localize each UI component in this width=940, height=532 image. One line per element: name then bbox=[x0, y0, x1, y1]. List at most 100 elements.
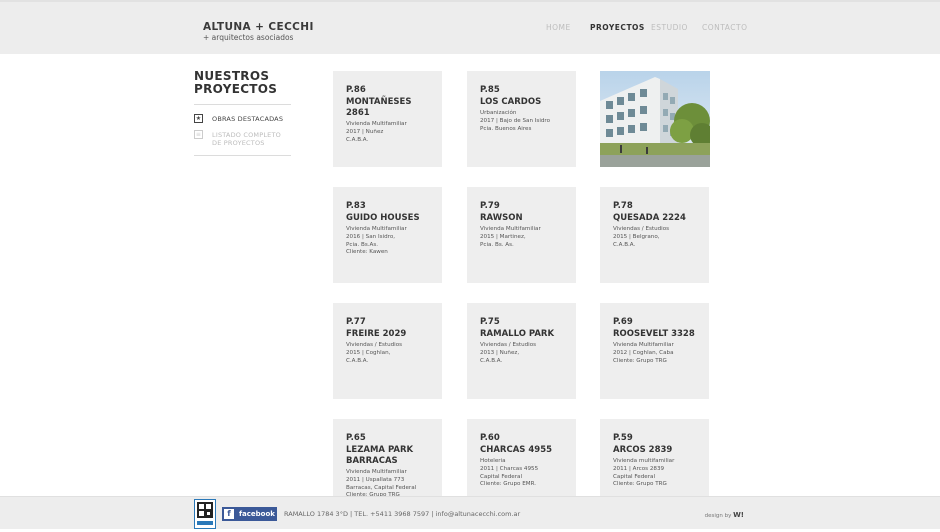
facebook-icon: f bbox=[224, 509, 234, 519]
project-details: Vivienda Multifamiliar 2016 | San Isidro,… bbox=[346, 226, 442, 257]
project-title: RAWSON bbox=[480, 213, 576, 224]
project-detail-line: C.A.B.A. bbox=[346, 357, 369, 364]
project-detail-line: Pcia. Buenos Aires bbox=[480, 125, 532, 132]
project-detail-line: C.A.B.A. bbox=[480, 357, 503, 364]
logo-title: ALTUNA + CECCHI bbox=[203, 21, 314, 33]
project-detail-line: 2011 | Charcas 4955 bbox=[480, 465, 539, 472]
facebook-button[interactable]: f facebook bbox=[222, 507, 277, 521]
project-details: Viviendas / Estudios 2015 | Coghlan, C.A.B… bbox=[346, 342, 442, 365]
project-code: P.77 bbox=[346, 317, 366, 327]
project-title: QUESADA 2224 bbox=[613, 213, 709, 224]
project-details: Urbanización 2017 | Bajo de San Isidro Pci… bbox=[480, 110, 576, 133]
project-detail-line: Viviendas / Estudios bbox=[480, 342, 537, 348]
project-card[interactable]: P.77 FREIRE 2029 Viviendas / Estudios 2015 … bbox=[333, 303, 442, 399]
project-title: FREIRE 2029 bbox=[346, 329, 442, 340]
project-code: P.78 bbox=[613, 201, 633, 211]
project-detail-line: Cliente: Grupo TRG bbox=[613, 481, 667, 488]
project-title: RAMALLO PARK bbox=[480, 329, 576, 340]
facebook-label: facebook bbox=[239, 510, 275, 518]
project-code: P.69 bbox=[613, 317, 633, 327]
project-detail-line: 2015 | Martinez, bbox=[480, 233, 526, 240]
sidebar-item-label: OBRAS DESTACADAS bbox=[212, 115, 284, 123]
project-title-line: RAMALLO PARK bbox=[480, 329, 555, 339]
project-detail-line: Viviendas / Estudios bbox=[346, 342, 403, 348]
sidebar-item-label-line2: DE PROYECTOS bbox=[212, 139, 265, 147]
project-detail-line: C.A.B.A. bbox=[346, 136, 369, 143]
nav-estudio[interactable]: ESTUDIO bbox=[651, 23, 688, 32]
project-detail-line: 2017 | Nuñez bbox=[346, 128, 384, 135]
project-detail-line: Hoteleria bbox=[480, 458, 506, 464]
sidebar-item-label: LISTADO COMPLETO DE PROYECTOS bbox=[212, 131, 287, 147]
project-title-line: QUESADA 2224 bbox=[613, 213, 686, 223]
project-code: P.75 bbox=[480, 317, 500, 327]
project-title-line: FREIRE 2029 bbox=[346, 329, 407, 339]
project-card[interactable]: P.75 RAMALLO PARK Viviendas / Estudios 2013… bbox=[467, 303, 576, 399]
project-card[interactable]: P.85 LOS CARDOS Urbanización 2017 | Bajo de… bbox=[467, 71, 576, 167]
project-details: Vivienda multifamiliar 2011 | Arcos 2839 C… bbox=[613, 458, 709, 489]
project-title-line: MONTAÑESES bbox=[346, 97, 412, 107]
designer-logo: W! bbox=[733, 511, 744, 519]
list-icon: ≡ bbox=[194, 130, 203, 139]
project-detail-line: Vivienda Multifamiliar bbox=[346, 469, 407, 475]
project-detail-line: Vivienda multifamiliar bbox=[613, 458, 675, 464]
project-detail-line: 2015 | Belgrano, bbox=[613, 233, 660, 240]
project-detail-line: Vivienda Multifamiliar bbox=[346, 121, 407, 127]
sidebar-divider bbox=[194, 104, 291, 105]
project-detail-line: Urbanización bbox=[480, 110, 517, 116]
logo[interactable]: ALTUNA + CECCHI + arquitectos asociados bbox=[203, 21, 314, 42]
project-title: LEZAMA PARK BARRACAS bbox=[346, 445, 442, 467]
project-card[interactable]: P.86 MONTAÑESES 2861 Vivienda Multifamiliar… bbox=[333, 71, 442, 167]
project-details: Vivienda Multifamiliar 2012 | Coghlan, Ca… bbox=[613, 342, 709, 365]
project-detail-line: Capital Federal bbox=[480, 473, 523, 480]
project-detail-line: Cliente: Grupo EMR. bbox=[480, 481, 537, 488]
project-details: Hoteleria 2011 | Charcas 4955 Capital Fede… bbox=[480, 458, 576, 489]
nav-proyectos[interactable]: PROYECTOS bbox=[590, 23, 645, 32]
project-detail-line: Cliente: Kawen bbox=[346, 249, 388, 256]
design-credit[interactable]: design by W! bbox=[705, 511, 744, 519]
project-detail-line: 2017 | Bajo de San Isidro bbox=[480, 117, 551, 124]
project-photo[interactable] bbox=[600, 71, 710, 167]
project-detail-line: Capital Federal bbox=[613, 473, 656, 480]
project-detail-line: Vivienda Multifamiliar bbox=[480, 226, 541, 232]
project-detail-line: 2011 | Uspallata 773 bbox=[346, 476, 405, 483]
project-code: P.85 bbox=[480, 85, 500, 95]
project-code: P.59 bbox=[613, 433, 633, 443]
project-code: P.60 bbox=[480, 433, 500, 443]
project-detail-line: 2015 | Coghlan, bbox=[346, 349, 391, 356]
project-details: Viviendas / Estudios 2013 | Nuñez, C.A.B.A… bbox=[480, 342, 576, 365]
project-card[interactable]: P.69 ROOSEVELT 3328 Vivienda Multifamiliar… bbox=[600, 303, 709, 399]
footer-contact: RAMALLO 1784 3°D | TEL. +5411 3968 7597 … bbox=[284, 510, 521, 518]
project-title-line: ROOSEVELT 3328 bbox=[613, 329, 695, 339]
project-title-line: BARRACAS bbox=[346, 456, 398, 466]
project-card[interactable]: P.79 RAWSON Vivienda Multifamiliar 2015 | M… bbox=[467, 187, 576, 283]
project-title-line: ARCOS 2839 bbox=[613, 445, 673, 455]
design-credit-prefix: design by bbox=[704, 513, 732, 519]
project-title-line: LOS CARDOS bbox=[480, 97, 542, 107]
site-header: ALTUNA + CECCHI + arquitectos asociados … bbox=[0, 0, 940, 54]
project-title: GUIDO HOUSES bbox=[346, 213, 442, 224]
project-details: Viviendas / Estudios 2015 | Belgrano, C.A.… bbox=[613, 226, 709, 249]
project-detail-line: Vivienda Multifamiliar bbox=[613, 342, 674, 348]
nav-home[interactable]: HOME bbox=[546, 23, 571, 32]
project-title-line: RAWSON bbox=[480, 213, 523, 223]
project-card[interactable]: P.83 GUIDO HOUSES Vivienda Multifamiliar 20… bbox=[333, 187, 442, 283]
project-detail-line: 2013 | Nuñez, bbox=[480, 349, 520, 356]
project-detail-line: 2011 | Arcos 2839 bbox=[613, 465, 665, 472]
project-title: ROOSEVELT 3328 bbox=[613, 329, 709, 340]
sidebar-title-line2: PROYECTOS bbox=[194, 82, 278, 96]
project-detail-line: Viviendas / Estudios bbox=[613, 226, 670, 232]
project-detail-line: 2016 | San Isidro, bbox=[346, 233, 396, 240]
project-details: Vivienda Multifamiliar 2015 | Martinez, Pc… bbox=[480, 226, 576, 249]
project-code: P.86 bbox=[346, 85, 366, 95]
project-title: ARCOS 2839 bbox=[613, 445, 709, 456]
nav-contacto[interactable]: CONTACTO bbox=[702, 23, 747, 32]
project-code: P.79 bbox=[480, 201, 500, 211]
project-detail-line: Barracas, Capital Federal bbox=[346, 484, 417, 491]
project-detail-line: 2012 | Coghlan, Caba bbox=[613, 349, 674, 356]
project-card[interactable]: P.78 QUESADA 2224 Viviendas / Estudios 2015… bbox=[600, 187, 709, 283]
project-code: P.65 bbox=[346, 433, 366, 443]
sidebar-title: NUESTROS PROYECTOS bbox=[194, 70, 294, 96]
project-detail-line: Pcia. Bs.As. bbox=[346, 241, 379, 248]
project-title: MONTAÑESES 2861 bbox=[346, 97, 442, 119]
qr-code-icon[interactable] bbox=[194, 499, 216, 529]
